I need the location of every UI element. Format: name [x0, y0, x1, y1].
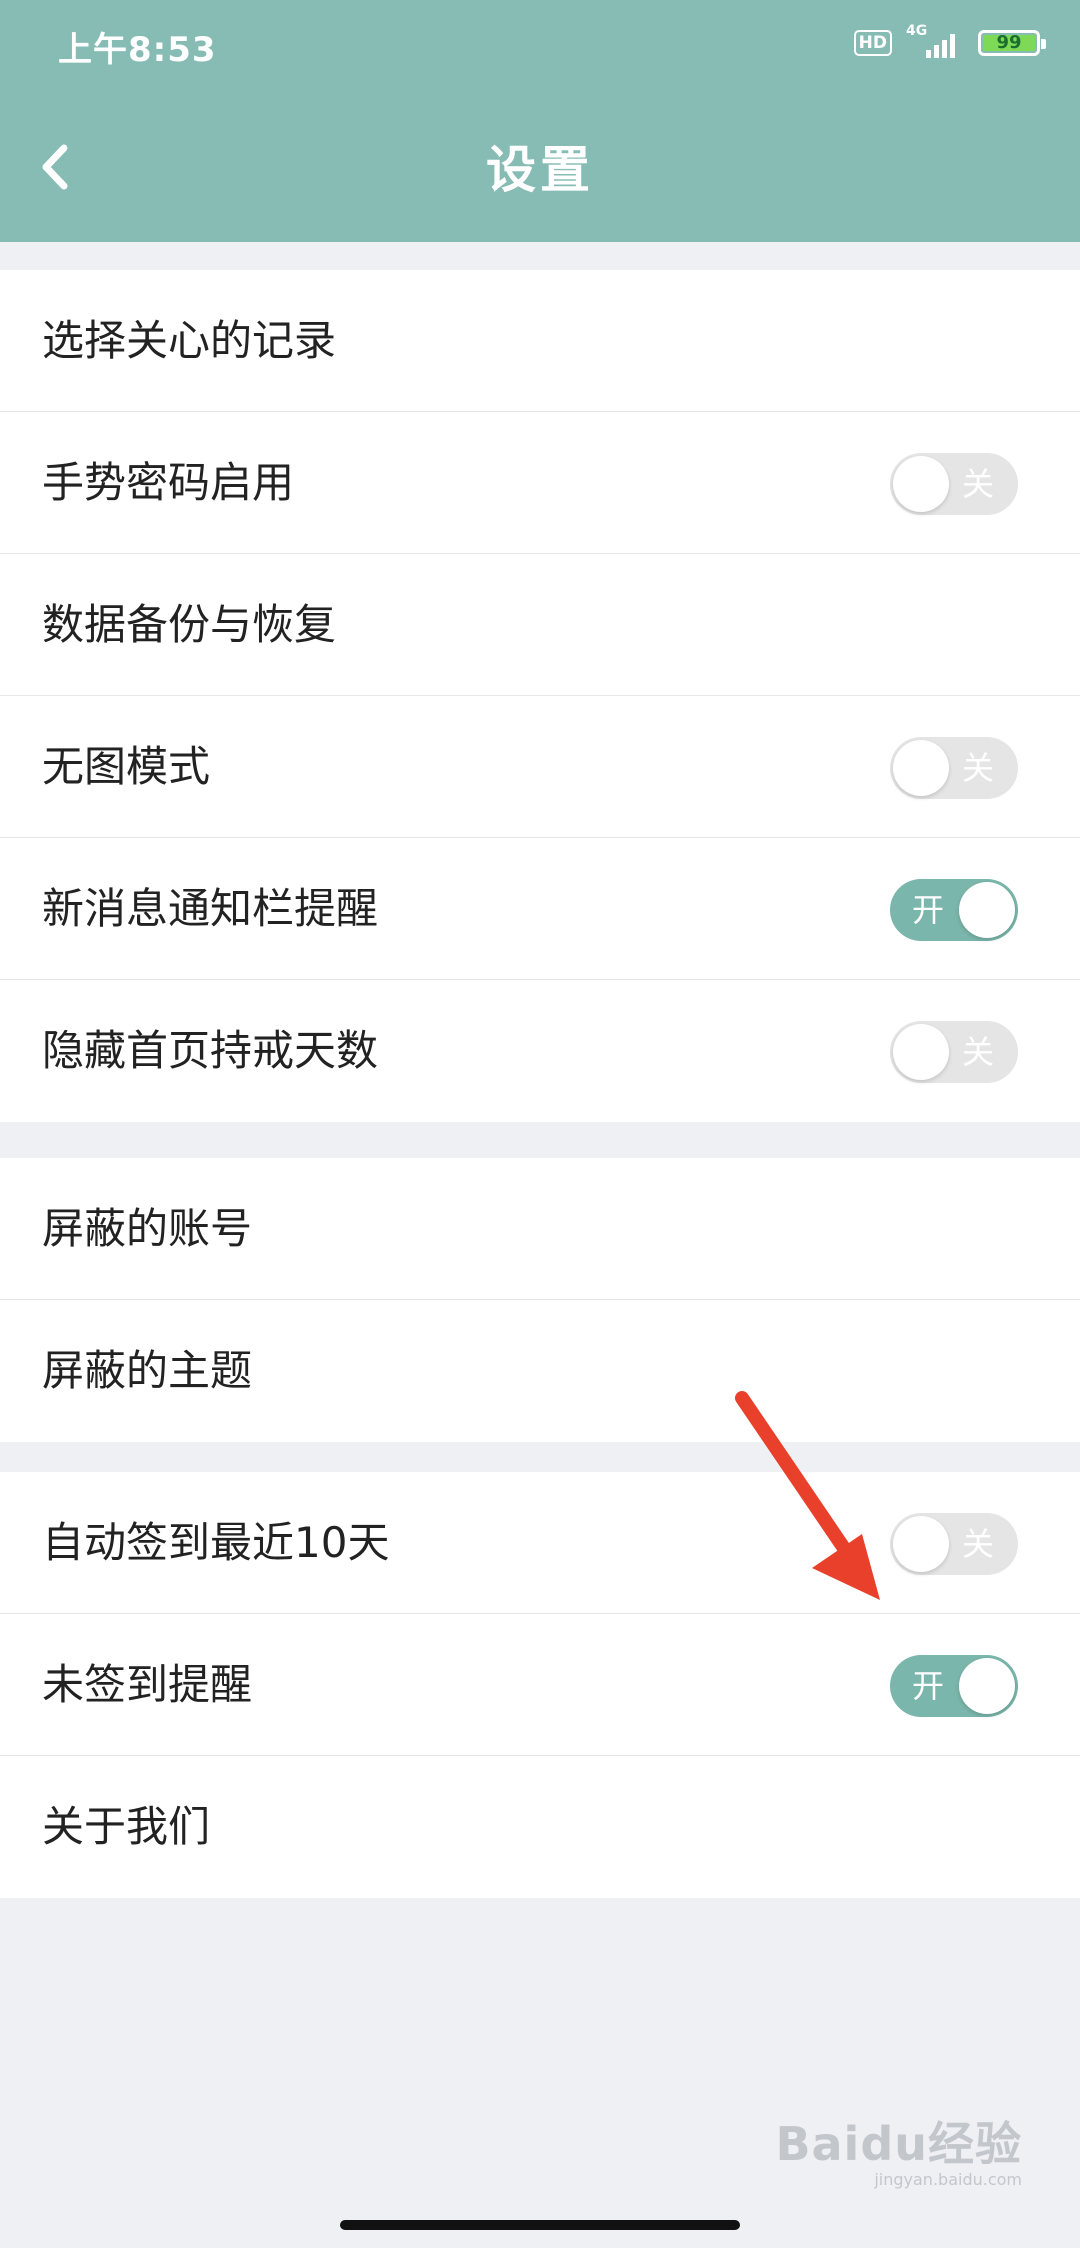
toggle-knob: [893, 740, 949, 796]
row-label: 屏蔽的账号: [42, 1204, 253, 1253]
status-time: 上午8:53: [58, 30, 217, 70]
settings-group-1: 选择关心的记录 手势密码启用 关 数据备份与恢复 无图模式 关 新消息通知栏提醒…: [0, 270, 1080, 1122]
settings-group-2: 屏蔽的账号 屏蔽的主题: [0, 1158, 1080, 1442]
hd-icon: HD: [853, 30, 892, 56]
watermark-brand: Baidu经验: [775, 2117, 1022, 2171]
checkin-reminder-toggle[interactable]: 开: [890, 1655, 1018, 1717]
row-notification-reminder[interactable]: 新消息通知栏提醒 开: [0, 838, 1080, 980]
row-blocked-topics[interactable]: 屏蔽的主题: [0, 1300, 1080, 1442]
battery-icon: 99: [978, 30, 1046, 56]
row-backup-restore[interactable]: 数据备份与恢复: [0, 554, 1080, 696]
status-bar: 上午8:53 HD 4G 99: [0, 0, 1080, 92]
row-checkin-reminder[interactable]: 未签到提醒 开: [0, 1614, 1080, 1756]
settings-group-3: 自动签到最近10天 关 未签到提醒 开 关于我们: [0, 1472, 1080, 1898]
top-bar: 上午8:53 HD 4G 99 设置: [0, 0, 1080, 242]
row-gesture-password[interactable]: 手势密码启用 关: [0, 412, 1080, 554]
status-icons: HD 4G 99: [853, 23, 1046, 60]
row-about-us[interactable]: 关于我们: [0, 1756, 1080, 1898]
row-label: 隐藏首页持戒天数: [42, 1026, 379, 1075]
row-label: 无图模式: [42, 742, 211, 791]
nav-bar: 设置: [0, 92, 1080, 242]
row-label: 数据备份与恢复: [42, 600, 337, 649]
row-label: 关于我们: [42, 1802, 211, 1851]
row-label: 选择关心的记录: [42, 316, 337, 365]
toggle-label: 关: [961, 465, 994, 503]
row-no-image-mode[interactable]: 无图模式 关: [0, 696, 1080, 838]
toggle-knob: [893, 456, 949, 512]
row-label: 手势密码启用: [42, 458, 295, 507]
no-image-mode-toggle[interactable]: 关: [890, 737, 1018, 799]
signal-icon: 4G: [906, 23, 964, 60]
toggle-label: 关: [961, 1033, 994, 1071]
row-label: 自动签到最近10天: [42, 1518, 390, 1567]
home-indicator[interactable]: [340, 2220, 740, 2230]
toggle-knob: [959, 882, 1015, 938]
toggle-knob: [893, 1024, 949, 1080]
toggle-label: 开: [912, 1667, 945, 1705]
battery-level: 99: [996, 32, 1022, 53]
toggle-knob: [959, 1658, 1015, 1714]
toggle-label: 关: [961, 749, 994, 787]
row-hide-days[interactable]: 隐藏首页持戒天数 关: [0, 980, 1080, 1122]
toggle-knob: [893, 1516, 949, 1572]
gesture-password-toggle[interactable]: 关: [890, 453, 1018, 515]
row-label: 新消息通知栏提醒: [42, 884, 379, 933]
baidu-watermark: Baidu经验 jingyan.baidu.com: [775, 2108, 1022, 2189]
toggle-label: 关: [961, 1525, 994, 1563]
row-auto-checkin[interactable]: 自动签到最近10天 关: [0, 1472, 1080, 1614]
row-label: 屏蔽的主题: [42, 1346, 253, 1395]
notification-reminder-toggle[interactable]: 开: [890, 879, 1018, 941]
page-title: 设置: [486, 141, 594, 199]
row-select-records[interactable]: 选择关心的记录: [0, 270, 1080, 412]
network-type: 4G: [906, 23, 928, 39]
hide-days-toggle[interactable]: 关: [890, 1021, 1018, 1083]
auto-checkin-toggle[interactable]: 关: [890, 1513, 1018, 1575]
row-label: 未签到提醒: [42, 1660, 253, 1709]
toggle-label: 开: [912, 891, 945, 929]
row-blocked-accounts[interactable]: 屏蔽的账号: [0, 1158, 1080, 1300]
